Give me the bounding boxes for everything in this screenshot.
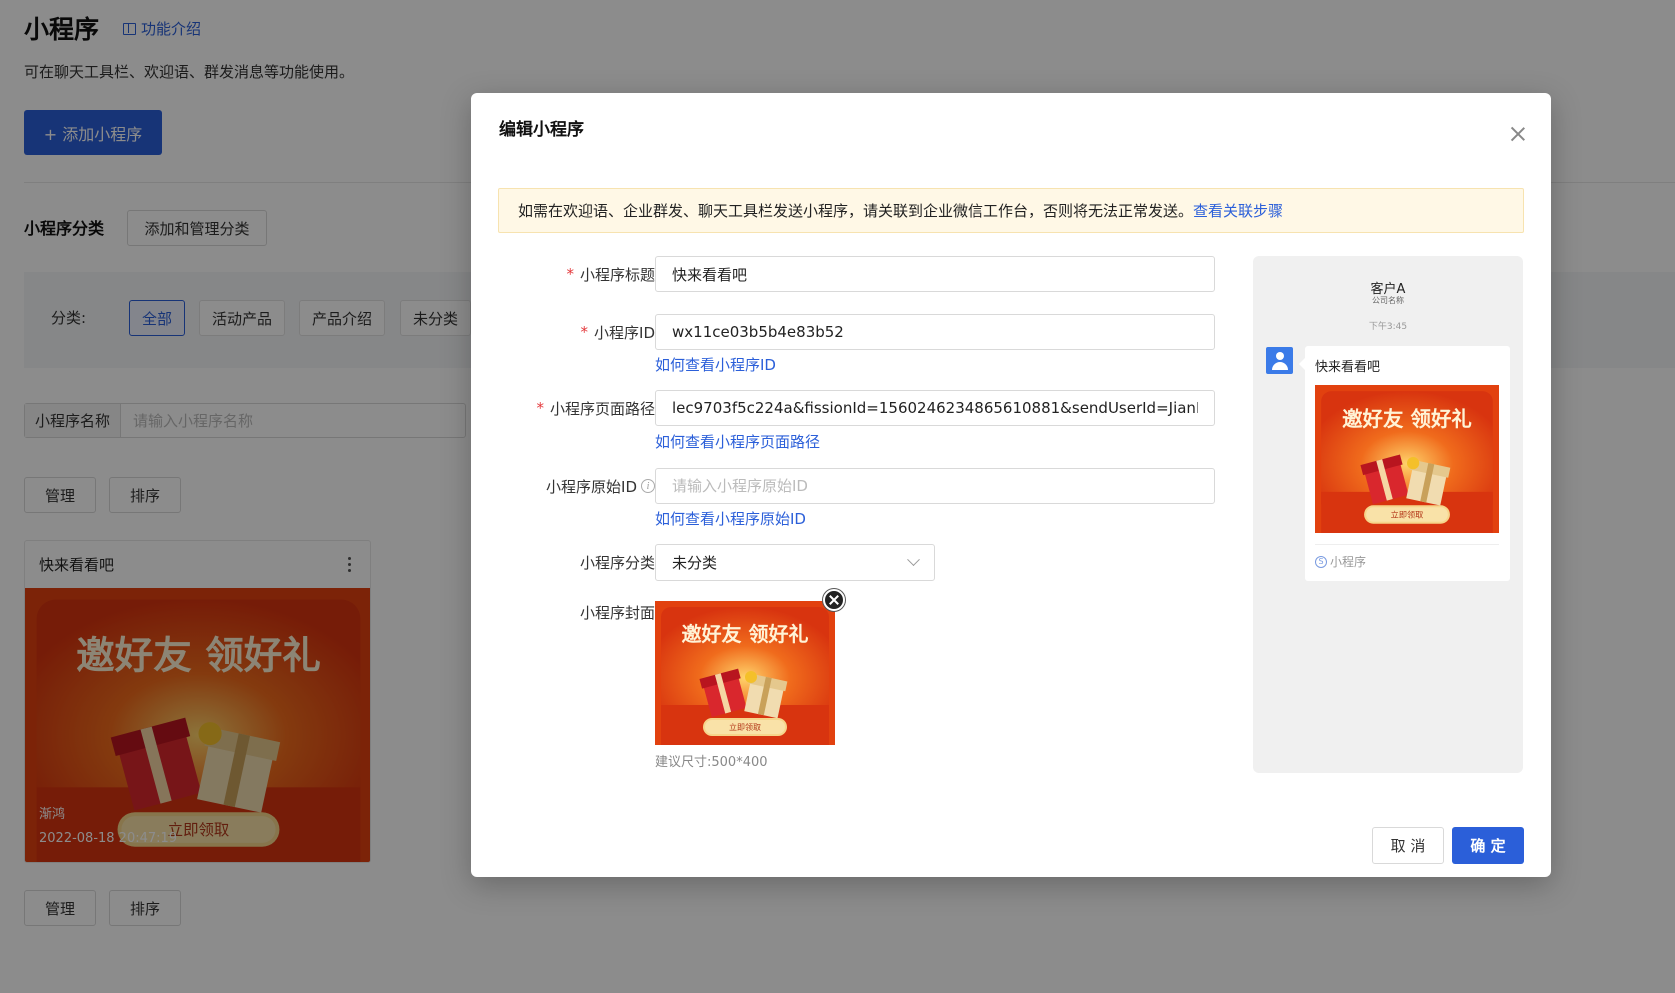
miniprogram-icon: S [1315, 555, 1327, 568]
required-mark: * [580, 323, 589, 341]
cover-button-text: 立即领取 [729, 722, 761, 732]
avatar-icon [1266, 347, 1293, 374]
cover-hint: 建议尺寸:500*400 [655, 755, 768, 770]
id-label-text: 小程序ID [594, 323, 655, 342]
remove-cover-icon[interactable] [823, 589, 845, 611]
preview-message-card: 快来看看吧 邀好友 领好礼 立即领取 S 小程序 [1299, 346, 1510, 581]
title-label-text: 小程序标题 [579, 265, 655, 284]
category-label: 小程序分类 [491, 544, 655, 581]
chevron-down-icon [907, 553, 920, 567]
notice-banner: 如需在欢迎语、企业群发、聊天工具栏发送小程序，请关联到企业微信工作台，否则将无法… [498, 188, 1524, 233]
origin-id-help-link[interactable]: 如何查看小程序原始ID [655, 508, 806, 529]
chat-preview: 客户A 公司名称 下午3:45 快来看看吧 邀好友 领好礼 立即领取 S 小程序 [1253, 256, 1523, 773]
cover-image[interactable]: 邀好友 领好礼 立即领取 [655, 601, 835, 745]
close-icon[interactable] [1511, 127, 1525, 141]
title-input[interactable] [655, 256, 1215, 292]
dialog-title: 编辑小程序 [499, 120, 584, 140]
cover-label: 小程序封面 [491, 601, 655, 623]
origin-id-input[interactable] [655, 468, 1215, 504]
cover-headline: 邀好友 领好礼 [682, 622, 809, 646]
path-label: * 小程序页面路径 [491, 390, 655, 426]
cover-label-text: 小程序封面 [579, 603, 655, 622]
confirm-button[interactable]: 确 定 [1452, 827, 1524, 864]
notice-text: 如需在欢迎语、企业群发、聊天工具栏发送小程序，请关联到企业微信工作台，否则将无法… [518, 202, 1194, 220]
cancel-button[interactable]: 取 消 [1372, 827, 1444, 864]
title-label: * 小程序标题 [491, 256, 655, 292]
preview-company: 公司名称 [1372, 296, 1404, 305]
preview-footer-label: 小程序 [1330, 555, 1367, 569]
category-label-text: 小程序分类 [579, 554, 655, 572]
preview-cover-image: 邀好友 领好礼 立即领取 [1315, 385, 1499, 533]
id-help-link[interactable]: 如何查看小程序ID [655, 354, 776, 375]
category-select[interactable]: 未分类 [655, 544, 935, 581]
preview-cover-headline: 邀好友 领好礼 [1342, 407, 1472, 431]
required-mark: * [566, 265, 574, 283]
id-label: * 小程序ID [491, 314, 655, 350]
edit-miniprogram-dialog: 编辑小程序 如需在欢迎语、企业群发、聊天工具栏发送小程序，请关联到企业微信工作台… [471, 93, 1551, 877]
id-input[interactable] [655, 314, 1215, 350]
origin-id-label: 小程序原始ID i [491, 468, 655, 504]
preview-footer: S 小程序 [1315, 553, 1366, 570]
path-label-text: 小程序页面路径 [549, 399, 655, 418]
preview-message-title: 快来看看吧 [1315, 360, 1381, 375]
info-icon[interactable]: i [641, 479, 655, 493]
preview-cover-button: 立即领取 [1391, 510, 1424, 520]
category-value: 未分类 [672, 554, 718, 572]
origin-id-label-text: 小程序原始ID [546, 477, 637, 496]
path-input[interactable] [655, 390, 1215, 426]
path-help-link[interactable]: 如何查看小程序页面路径 [655, 431, 820, 452]
preview-time: 下午3:45 [1368, 322, 1408, 332]
notice-link[interactable]: 查看关联步骤 [1193, 200, 1283, 221]
required-mark: * [536, 399, 544, 417]
divider [1315, 544, 1499, 545]
